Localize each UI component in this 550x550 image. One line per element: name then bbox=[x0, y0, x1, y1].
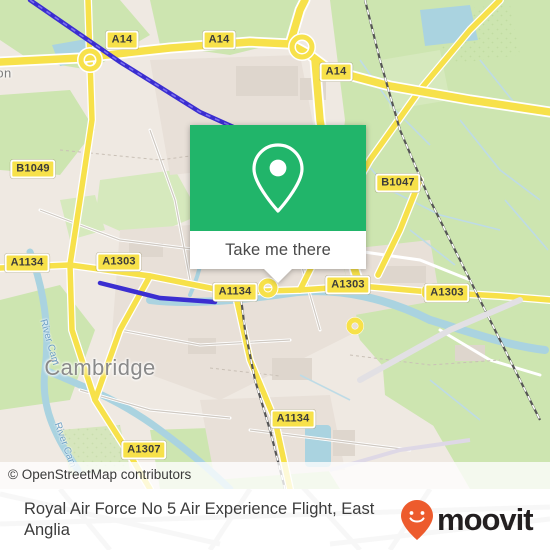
road-shield: A1303 bbox=[96, 252, 142, 272]
popup-pointer bbox=[263, 268, 293, 283]
map-screen: A14 A14 A14 B1049 B1047 A1134 A1303 A113… bbox=[0, 0, 550, 550]
map-attribution[interactable]: © OpenStreetMap contributors bbox=[0, 462, 550, 489]
road-shield: A1307 bbox=[121, 440, 167, 460]
place-label-clipped: on bbox=[0, 65, 12, 81]
road-shield: B1047 bbox=[375, 173, 421, 193]
road-shield: A1134 bbox=[4, 253, 50, 273]
road-shield: A14 bbox=[105, 30, 139, 50]
moovit-logo[interactable]: moovit bbox=[400, 499, 547, 541]
location-pin-icon bbox=[252, 143, 304, 213]
place-label-cambridge: Cambridge bbox=[44, 355, 156, 380]
road-shield: A1134 bbox=[270, 409, 316, 429]
take-me-there-popup[interactable]: Take me there bbox=[190, 125, 366, 283]
attribution-text: © OpenStreetMap contributors bbox=[8, 467, 192, 482]
road-shield: A14 bbox=[202, 30, 236, 50]
poi-title: Royal Air Force No 5 Air Experience Flig… bbox=[24, 499, 375, 539]
road-shield: A14 bbox=[319, 62, 353, 82]
take-me-there-button[interactable]: Take me there bbox=[190, 231, 366, 269]
river-label: River Cam bbox=[37, 318, 62, 367]
road-shield: A1303 bbox=[325, 275, 371, 295]
take-me-there-label: Take me there bbox=[225, 240, 331, 259]
poi-footer-bar: Royal Air Force No 5 Air Experience Flig… bbox=[0, 489, 550, 550]
road-shield: A1303 bbox=[424, 283, 470, 303]
popup-image-area bbox=[190, 125, 366, 231]
moovit-wordmark: moovit bbox=[437, 502, 534, 537]
map-canvas[interactable]: A14 A14 A14 B1049 B1047 A1134 A1303 A113… bbox=[0, 0, 550, 489]
road-shield: A1134 bbox=[212, 282, 258, 302]
moovit-pin-icon bbox=[401, 499, 433, 540]
road-shield: B1049 bbox=[10, 159, 56, 179]
